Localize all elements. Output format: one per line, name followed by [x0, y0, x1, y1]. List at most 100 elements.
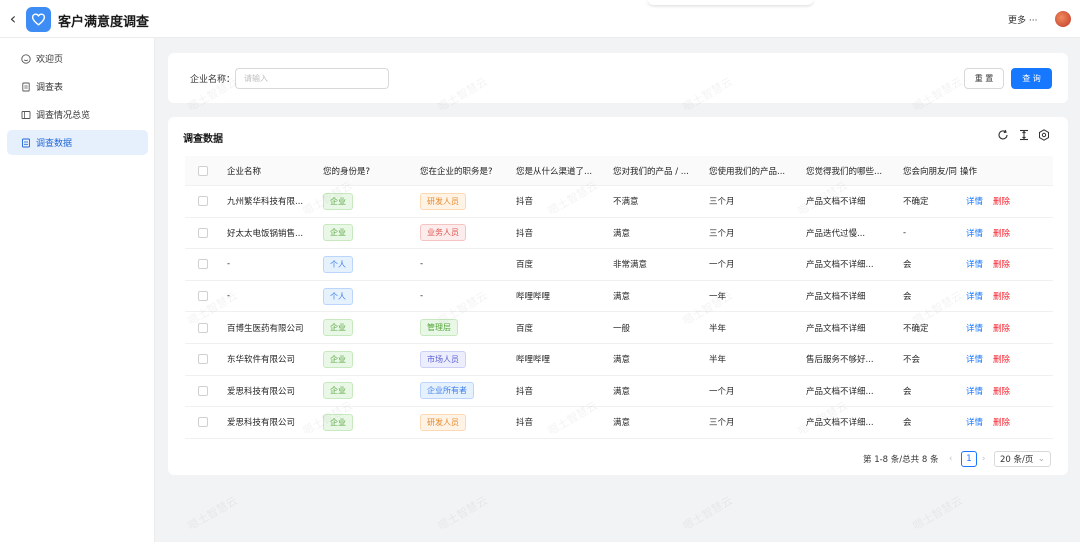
- table-row: 爱思科技有限公司 企业 研发人员 抖音 满意 三个月 产品文档不详细... 会 …: [185, 407, 1053, 439]
- company-cell: -: [227, 291, 231, 302]
- improve-cell: 产品文档不详细...: [806, 260, 874, 271]
- sidebar-item-overview[interactable]: 调查情况总览: [7, 102, 148, 127]
- detail-link[interactable]: 详情: [966, 353, 983, 365]
- table-icon: [21, 138, 31, 148]
- company-cell: 百博生医药有限公司: [227, 323, 304, 334]
- row-checkbox[interactable]: [198, 281, 208, 312]
- company-cell: -: [227, 259, 231, 270]
- identity-tag: 个人: [323, 255, 353, 273]
- table-row: 九州繁华科技有限... 企业 研发人员 抖音 不满意 三个月 产品文档不详细 不…: [185, 186, 1053, 218]
- detail-link[interactable]: 详情: [966, 416, 983, 428]
- more-menu[interactable]: 更多 ···: [1008, 13, 1037, 26]
- top-bar: ‹ 客户满意度调查 更多 ···: [0, 0, 1080, 38]
- recommend-cell: 不确定: [903, 197, 929, 208]
- detail-link[interactable]: 详情: [966, 227, 983, 239]
- position-cell: 市场人员: [420, 344, 466, 375]
- row-checkbox[interactable]: [198, 249, 208, 280]
- column-height-icon[interactable]: [1018, 129, 1031, 142]
- company-name-input[interactable]: [235, 68, 389, 89]
- settings-icon[interactable]: [1038, 129, 1051, 142]
- delete-link[interactable]: 删除: [993, 353, 1010, 365]
- company-cell: 东华软件有限公司: [227, 355, 296, 366]
- position-tag: 企业所有者: [420, 382, 474, 400]
- column-header: 您对我们的产品 / ...: [613, 166, 689, 177]
- channel-cell: 哔哩哔哩: [516, 355, 551, 366]
- page-size-select[interactable]: 20 条/页 ⌄: [994, 451, 1051, 467]
- detail-link[interactable]: 详情: [966, 322, 983, 334]
- select-all-checkbox[interactable]: [198, 156, 208, 185]
- satisfaction-cell: 满意: [613, 292, 631, 303]
- recommend-cell: 不确定: [903, 323, 929, 334]
- table-row: - 个人 - 百度 非常满意 一个月 产品文档不详细... 会 详情 删除: [185, 249, 1053, 281]
- duration-cell: 半年: [709, 323, 727, 334]
- column-header: 您的身份是?: [323, 166, 371, 177]
- column-header: 您会向朋友/同: [903, 166, 957, 177]
- column-header: 操作: [960, 166, 978, 177]
- delete-link[interactable]: 删除: [993, 322, 1010, 334]
- back-button[interactable]: ‹: [6, 10, 20, 28]
- duration-cell: 一个月: [709, 386, 735, 397]
- column-header: 企业名称: [227, 166, 262, 177]
- channel-cell: 抖音: [516, 228, 534, 239]
- identity-cell: 企业: [323, 218, 353, 249]
- sidebar-item-survey-data[interactable]: 调查数据: [7, 130, 148, 155]
- identity-tag: 企业: [323, 413, 353, 431]
- delete-link[interactable]: 删除: [993, 195, 1010, 207]
- recommend-cell: 会: [903, 260, 912, 271]
- detail-link[interactable]: 详情: [966, 385, 983, 397]
- table-row: 爱思科技有限公司 企业 企业所有者 抖音 满意 一个月 产品文档不详细... 会…: [185, 376, 1053, 408]
- delete-link[interactable]: 删除: [993, 227, 1010, 239]
- detail-link[interactable]: 详情: [966, 195, 983, 207]
- position-tag: 管理层: [420, 319, 458, 337]
- chevron-right-icon[interactable]: ›: [982, 451, 985, 467]
- watermark: 嗯土智慧云: [680, 494, 735, 533]
- reset-button[interactable]: 重 置: [964, 68, 1004, 89]
- position-tag: 研发人员: [420, 413, 466, 431]
- watermark: 嗯土智慧云: [435, 494, 490, 533]
- identity-tag: 企业: [323, 319, 353, 337]
- row-checkbox[interactable]: [198, 312, 208, 343]
- sidebar-item-welcome[interactable]: 欢迎页: [7, 46, 148, 71]
- column-header: 您是从什么渠道了...: [516, 166, 593, 177]
- identity-tag: 企业: [323, 382, 353, 400]
- recommend-cell: 不会: [903, 355, 921, 366]
- duration-cell: 一年: [709, 292, 727, 303]
- reload-icon[interactable]: [997, 129, 1010, 142]
- detail-link[interactable]: 详情: [966, 290, 983, 302]
- row-checkbox[interactable]: [198, 376, 208, 407]
- avatar[interactable]: [1055, 11, 1071, 27]
- company-name-label: 企业名称：: [190, 75, 236, 85]
- detail-link[interactable]: 详情: [966, 258, 983, 270]
- sidebar-item-survey-form[interactable]: 调查表: [7, 74, 148, 99]
- row-checkbox[interactable]: [198, 407, 208, 438]
- row-checkbox[interactable]: [198, 218, 208, 249]
- delete-link[interactable]: 删除: [993, 416, 1010, 428]
- sidebar-item-label: 调查情况总览: [36, 111, 91, 121]
- dashboard-icon: [21, 110, 31, 120]
- improve-cell: 产品文档不详细: [806, 197, 866, 208]
- page-button-current[interactable]: 1: [961, 451, 977, 467]
- chevron-left-icon[interactable]: ‹: [949, 451, 952, 467]
- column-header: 您在企业的职务是?: [420, 166, 493, 177]
- identity-cell: 企业: [323, 186, 353, 217]
- duration-cell: 一个月: [709, 260, 735, 271]
- column-header: 您使用我们的产品...: [709, 166, 786, 177]
- satisfaction-cell: 非常满意: [613, 260, 648, 271]
- row-checkbox[interactable]: [198, 186, 208, 217]
- row-checkbox[interactable]: [198, 344, 208, 375]
- delete-link[interactable]: 删除: [993, 258, 1010, 270]
- delete-link[interactable]: 删除: [993, 385, 1010, 397]
- improve-cell: 售后服务不够好...: [806, 355, 874, 366]
- delete-link[interactable]: 删除: [993, 290, 1010, 302]
- recommend-cell: -: [903, 227, 907, 238]
- watermark: 嗯土智慧云: [185, 494, 240, 533]
- position-tag: 研发人员: [420, 192, 466, 210]
- duration-cell: 三个月: [709, 228, 735, 239]
- satisfaction-cell: 满意: [613, 418, 631, 429]
- column-header: 您觉得我们的哪些...: [806, 166, 883, 177]
- query-button[interactable]: 查 询: [1011, 68, 1052, 89]
- duration-cell: 三个月: [709, 197, 735, 208]
- channel-cell: 抖音: [516, 386, 534, 397]
- recommend-cell: 会: [903, 292, 912, 303]
- survey-data-card: 调查数据 企业名称 您的身份是? 您在企业的职务是? 您是从什么渠道了... 您…: [168, 117, 1068, 475]
